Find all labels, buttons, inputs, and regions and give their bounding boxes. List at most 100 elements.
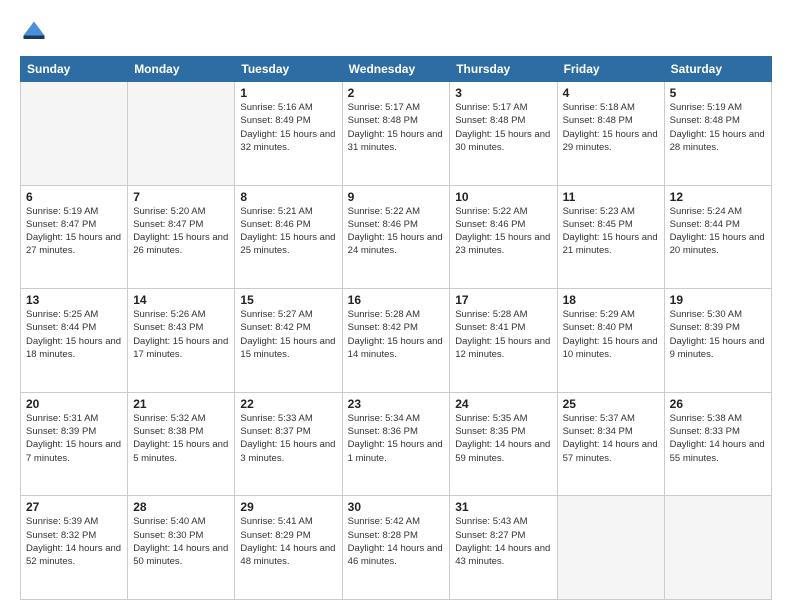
day-info: Sunrise: 5:27 AMSunset: 8:42 PMDaylight:… xyxy=(240,308,336,361)
calendar-day-cell: 11Sunrise: 5:23 AMSunset: 8:45 PMDayligh… xyxy=(557,185,664,289)
day-info: Sunrise: 5:28 AMSunset: 8:42 PMDaylight:… xyxy=(348,308,445,361)
day-info: Sunrise: 5:19 AMSunset: 8:48 PMDaylight:… xyxy=(670,101,766,154)
day-number: 14 xyxy=(133,293,229,307)
day-info: Sunrise: 5:20 AMSunset: 8:47 PMDaylight:… xyxy=(133,205,229,258)
day-info: Sunrise: 5:39 AMSunset: 8:32 PMDaylight:… xyxy=(26,515,122,568)
day-info: Sunrise: 5:32 AMSunset: 8:38 PMDaylight:… xyxy=(133,412,229,465)
calendar-day-cell: 22Sunrise: 5:33 AMSunset: 8:37 PMDayligh… xyxy=(235,392,342,496)
calendar-day-cell xyxy=(557,496,664,600)
day-info: Sunrise: 5:16 AMSunset: 8:49 PMDaylight:… xyxy=(240,101,336,154)
day-number: 18 xyxy=(563,293,659,307)
day-number: 28 xyxy=(133,500,229,514)
header xyxy=(20,18,772,46)
calendar-day-cell: 19Sunrise: 5:30 AMSunset: 8:39 PMDayligh… xyxy=(664,289,771,393)
calendar-week-row: 6Sunrise: 5:19 AMSunset: 8:47 PMDaylight… xyxy=(21,185,772,289)
day-number: 5 xyxy=(670,86,766,100)
calendar-day-cell: 31Sunrise: 5:43 AMSunset: 8:27 PMDayligh… xyxy=(450,496,557,600)
day-info: Sunrise: 5:17 AMSunset: 8:48 PMDaylight:… xyxy=(455,101,551,154)
calendar-table: SundayMondayTuesdayWednesdayThursdayFrid… xyxy=(20,56,772,600)
day-info: Sunrise: 5:23 AMSunset: 8:45 PMDaylight:… xyxy=(563,205,659,258)
calendar-day-cell: 7Sunrise: 5:20 AMSunset: 8:47 PMDaylight… xyxy=(128,185,235,289)
calendar-day-cell: 28Sunrise: 5:40 AMSunset: 8:30 PMDayligh… xyxy=(128,496,235,600)
day-info: Sunrise: 5:38 AMSunset: 8:33 PMDaylight:… xyxy=(670,412,766,465)
day-info: Sunrise: 5:35 AMSunset: 8:35 PMDaylight:… xyxy=(455,412,551,465)
day-number: 23 xyxy=(348,397,445,411)
day-number: 7 xyxy=(133,190,229,204)
calendar-day-cell: 30Sunrise: 5:42 AMSunset: 8:28 PMDayligh… xyxy=(342,496,450,600)
day-number: 10 xyxy=(455,190,551,204)
day-number: 11 xyxy=(563,190,659,204)
day-info: Sunrise: 5:42 AMSunset: 8:28 PMDaylight:… xyxy=(348,515,445,568)
calendar-day-cell: 5Sunrise: 5:19 AMSunset: 8:48 PMDaylight… xyxy=(664,82,771,186)
calendar-day-cell: 14Sunrise: 5:26 AMSunset: 8:43 PMDayligh… xyxy=(128,289,235,393)
calendar-day-cell: 25Sunrise: 5:37 AMSunset: 8:34 PMDayligh… xyxy=(557,392,664,496)
logo-icon xyxy=(20,18,48,46)
calendar-day-cell: 6Sunrise: 5:19 AMSunset: 8:47 PMDaylight… xyxy=(21,185,128,289)
day-info: Sunrise: 5:33 AMSunset: 8:37 PMDaylight:… xyxy=(240,412,336,465)
calendar-day-cell: 17Sunrise: 5:28 AMSunset: 8:41 PMDayligh… xyxy=(450,289,557,393)
calendar-day-cell: 24Sunrise: 5:35 AMSunset: 8:35 PMDayligh… xyxy=(450,392,557,496)
page: SundayMondayTuesdayWednesdayThursdayFrid… xyxy=(0,0,792,612)
day-info: Sunrise: 5:21 AMSunset: 8:46 PMDaylight:… xyxy=(240,205,336,258)
day-number: 26 xyxy=(670,397,766,411)
calendar-day-cell: 18Sunrise: 5:29 AMSunset: 8:40 PMDayligh… xyxy=(557,289,664,393)
day-number: 19 xyxy=(670,293,766,307)
day-info: Sunrise: 5:29 AMSunset: 8:40 PMDaylight:… xyxy=(563,308,659,361)
calendar-header-row: SundayMondayTuesdayWednesdayThursdayFrid… xyxy=(21,57,772,82)
weekday-header: Tuesday xyxy=(235,57,342,82)
calendar-day-cell: 27Sunrise: 5:39 AMSunset: 8:32 PMDayligh… xyxy=(21,496,128,600)
day-number: 21 xyxy=(133,397,229,411)
day-number: 13 xyxy=(26,293,122,307)
day-number: 20 xyxy=(26,397,122,411)
day-number: 24 xyxy=(455,397,551,411)
calendar-day-cell: 15Sunrise: 5:27 AMSunset: 8:42 PMDayligh… xyxy=(235,289,342,393)
day-info: Sunrise: 5:17 AMSunset: 8:48 PMDaylight:… xyxy=(348,101,445,154)
calendar-day-cell: 9Sunrise: 5:22 AMSunset: 8:46 PMDaylight… xyxy=(342,185,450,289)
calendar-week-row: 13Sunrise: 5:25 AMSunset: 8:44 PMDayligh… xyxy=(21,289,772,393)
day-number: 6 xyxy=(26,190,122,204)
day-number: 29 xyxy=(240,500,336,514)
calendar-day-cell xyxy=(128,82,235,186)
day-info: Sunrise: 5:19 AMSunset: 8:47 PMDaylight:… xyxy=(26,205,122,258)
calendar-week-row: 27Sunrise: 5:39 AMSunset: 8:32 PMDayligh… xyxy=(21,496,772,600)
calendar-day-cell: 26Sunrise: 5:38 AMSunset: 8:33 PMDayligh… xyxy=(664,392,771,496)
calendar-day-cell: 21Sunrise: 5:32 AMSunset: 8:38 PMDayligh… xyxy=(128,392,235,496)
day-info: Sunrise: 5:34 AMSunset: 8:36 PMDaylight:… xyxy=(348,412,445,465)
weekday-header: Monday xyxy=(128,57,235,82)
day-info: Sunrise: 5:31 AMSunset: 8:39 PMDaylight:… xyxy=(26,412,122,465)
day-number: 17 xyxy=(455,293,551,307)
day-info: Sunrise: 5:26 AMSunset: 8:43 PMDaylight:… xyxy=(133,308,229,361)
calendar-day-cell: 3Sunrise: 5:17 AMSunset: 8:48 PMDaylight… xyxy=(450,82,557,186)
day-info: Sunrise: 5:30 AMSunset: 8:39 PMDaylight:… xyxy=(670,308,766,361)
day-number: 4 xyxy=(563,86,659,100)
day-number: 2 xyxy=(348,86,445,100)
calendar-week-row: 1Sunrise: 5:16 AMSunset: 8:49 PMDaylight… xyxy=(21,82,772,186)
calendar-day-cell: 8Sunrise: 5:21 AMSunset: 8:46 PMDaylight… xyxy=(235,185,342,289)
calendar-day-cell: 20Sunrise: 5:31 AMSunset: 8:39 PMDayligh… xyxy=(21,392,128,496)
calendar-day-cell xyxy=(664,496,771,600)
day-info: Sunrise: 5:24 AMSunset: 8:44 PMDaylight:… xyxy=(670,205,766,258)
day-number: 8 xyxy=(240,190,336,204)
day-number: 3 xyxy=(455,86,551,100)
day-number: 22 xyxy=(240,397,336,411)
calendar-day-cell: 10Sunrise: 5:22 AMSunset: 8:46 PMDayligh… xyxy=(450,185,557,289)
weekday-header: Sunday xyxy=(21,57,128,82)
day-number: 12 xyxy=(670,190,766,204)
day-info: Sunrise: 5:40 AMSunset: 8:30 PMDaylight:… xyxy=(133,515,229,568)
day-info: Sunrise: 5:43 AMSunset: 8:27 PMDaylight:… xyxy=(455,515,551,568)
calendar-day-cell: 2Sunrise: 5:17 AMSunset: 8:48 PMDaylight… xyxy=(342,82,450,186)
calendar-day-cell: 29Sunrise: 5:41 AMSunset: 8:29 PMDayligh… xyxy=(235,496,342,600)
weekday-header: Wednesday xyxy=(342,57,450,82)
weekday-header: Thursday xyxy=(450,57,557,82)
day-info: Sunrise: 5:18 AMSunset: 8:48 PMDaylight:… xyxy=(563,101,659,154)
logo xyxy=(20,18,52,46)
day-number: 31 xyxy=(455,500,551,514)
calendar-day-cell: 16Sunrise: 5:28 AMSunset: 8:42 PMDayligh… xyxy=(342,289,450,393)
day-number: 1 xyxy=(240,86,336,100)
day-number: 27 xyxy=(26,500,122,514)
weekday-header: Saturday xyxy=(664,57,771,82)
calendar-day-cell: 12Sunrise: 5:24 AMSunset: 8:44 PMDayligh… xyxy=(664,185,771,289)
day-number: 9 xyxy=(348,190,445,204)
calendar-day-cell: 1Sunrise: 5:16 AMSunset: 8:49 PMDaylight… xyxy=(235,82,342,186)
weekday-header: Friday xyxy=(557,57,664,82)
